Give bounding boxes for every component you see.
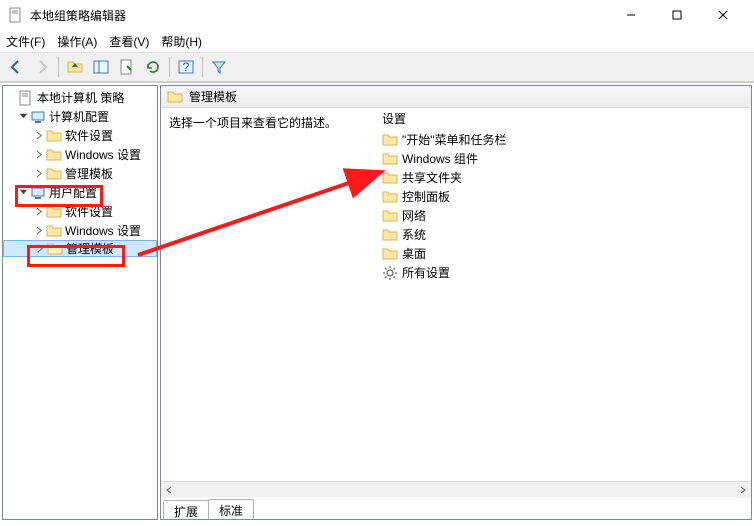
folder-icon [382,151,398,167]
help-button[interactable]: ? [174,55,198,79]
folder-icon [382,227,398,243]
list-item-label: 共享文件夹 [402,169,462,186]
close-button[interactable] [700,0,746,30]
toolbar-separator [202,57,203,77]
tree-root[interactable]: 本地计算机 策略 [3,88,157,107]
svg-text:?: ? [183,60,190,74]
tree-item-windows[interactable]: Windows 设置 [3,221,157,240]
tree-label: Windows 设置 [65,146,141,163]
toolbar-separator [169,57,170,77]
menu-bar: 文件(F) 操作(A) 查看(V) 帮助(H) [0,30,754,52]
chevron-right-icon[interactable] [33,207,45,216]
list-item[interactable]: Windows 组件 [380,149,751,168]
tree-item-admin-selected[interactable]: 管理模板 [3,240,157,257]
chevron-right-icon[interactable] [33,150,45,159]
folder-icon [382,208,398,224]
folder-icon [382,189,398,205]
forward-button[interactable] [30,55,54,79]
list-item[interactable]: 所有设置 [380,263,751,282]
chevron-right-icon[interactable] [33,131,45,140]
chevron-down-icon[interactable] [17,112,29,121]
tab-standard[interactable]: 标准 [208,499,254,519]
folder-icon [47,241,63,257]
properties-button[interactable] [115,55,139,79]
show-hide-tree-button[interactable] [89,55,113,79]
chevron-right-icon[interactable] [34,244,46,253]
list-item-label: 所有设置 [402,264,450,281]
content-header: 管理模板 [161,86,751,108]
folder-icon [46,204,62,220]
list-item[interactable]: "开始"菜单和任务栏 [380,130,751,149]
app-icon [8,7,24,23]
minimize-button[interactable] [608,0,654,30]
content-header-title: 管理模板 [189,88,237,105]
folder-icon [46,128,62,144]
tree-label: 用户配置 [49,184,97,201]
toolbar: ? [0,52,754,82]
menu-view[interactable]: 查看(V) [109,33,149,50]
tree-item-software[interactable]: 软件设置 [3,202,157,221]
computer-icon [30,109,46,125]
menu-help[interactable]: 帮助(H) [161,33,202,50]
navigation-tree[interactable]: 本地计算机 策略 计算机配置 软件设置 [2,85,158,520]
chevron-right-icon[interactable] [33,226,45,235]
tree-label: 软件设置 [65,203,113,220]
chevron-right-icon[interactable] [33,169,45,178]
scroll-right-button[interactable] [735,482,751,498]
settings-icon [382,265,398,281]
toolbar-separator [58,57,59,77]
view-tabs: 扩展 标准 [161,497,751,519]
folder-icon [382,132,398,148]
title-bar: 本地组策略编辑器 [0,0,754,30]
chevron-down-icon[interactable] [17,188,29,197]
content-pane: 管理模板 选择一个项目来查看它的描述。 设置 "开始"菜单和任务栏 Windows… [160,85,752,520]
list-item-label: 网络 [402,207,426,224]
tree-item-windows[interactable]: Windows 设置 [3,145,157,164]
tree-label: 管理模板 [65,165,113,182]
list-item[interactable]: 控制面板 [380,187,751,206]
list-item-label: 桌面 [402,245,426,262]
menu-file[interactable]: 文件(F) [6,33,45,50]
tree-item-software[interactable]: 软件设置 [3,126,157,145]
tree-label: Windows 设置 [65,222,141,239]
tree-user-config[interactable]: 用户配置 [3,183,157,202]
computer-icon [30,185,46,201]
tab-extended[interactable]: 扩展 [163,500,209,520]
tree-label: 管理模板 [66,240,114,257]
list-item-label: 控制面板 [402,188,450,205]
tree-label: 软件设置 [65,127,113,144]
doc-icon [18,90,34,106]
folder-icon [46,166,62,182]
list-item[interactable]: 网络 [380,206,751,225]
folder-icon [382,170,398,186]
filter-button[interactable] [207,55,231,79]
folder-icon [46,223,62,239]
description-panel: 选择一个项目来查看它的描述。 [161,108,376,481]
description-prompt: 选择一个项目来查看它的描述。 [169,116,337,130]
column-header-setting[interactable]: 设置 [376,108,751,128]
folder-icon [382,246,398,262]
back-button[interactable] [4,55,28,79]
tree-label: 本地计算机 策略 [37,89,124,106]
list-item[interactable]: 系统 [380,225,751,244]
scroll-left-button[interactable] [161,482,177,498]
list-item[interactable]: 共享文件夹 [380,168,751,187]
menu-action[interactable]: 操作(A) [57,33,97,50]
list-item-label: 系统 [402,226,426,243]
maximize-button[interactable] [654,0,700,30]
tree-item-admin[interactable]: 管理模板 [3,164,157,183]
up-button[interactable] [63,55,87,79]
list-item[interactable]: 桌面 [380,244,751,263]
refresh-button[interactable] [141,55,165,79]
settings-list: "开始"菜单和任务栏 Windows 组件共享文件夹控制面板网络系统桌面所有设置 [376,128,751,282]
folder-icon [167,89,183,105]
list-item-label: Windows 组件 [402,150,478,167]
list-item-label: "开始"菜单和任务栏 [402,131,507,148]
tree-computer-config[interactable]: 计算机配置 [3,107,157,126]
window-title: 本地组策略编辑器 [30,7,608,24]
horizontal-scrollbar[interactable] [161,481,751,497]
tree-label: 计算机配置 [49,108,109,125]
folder-icon [46,147,62,163]
